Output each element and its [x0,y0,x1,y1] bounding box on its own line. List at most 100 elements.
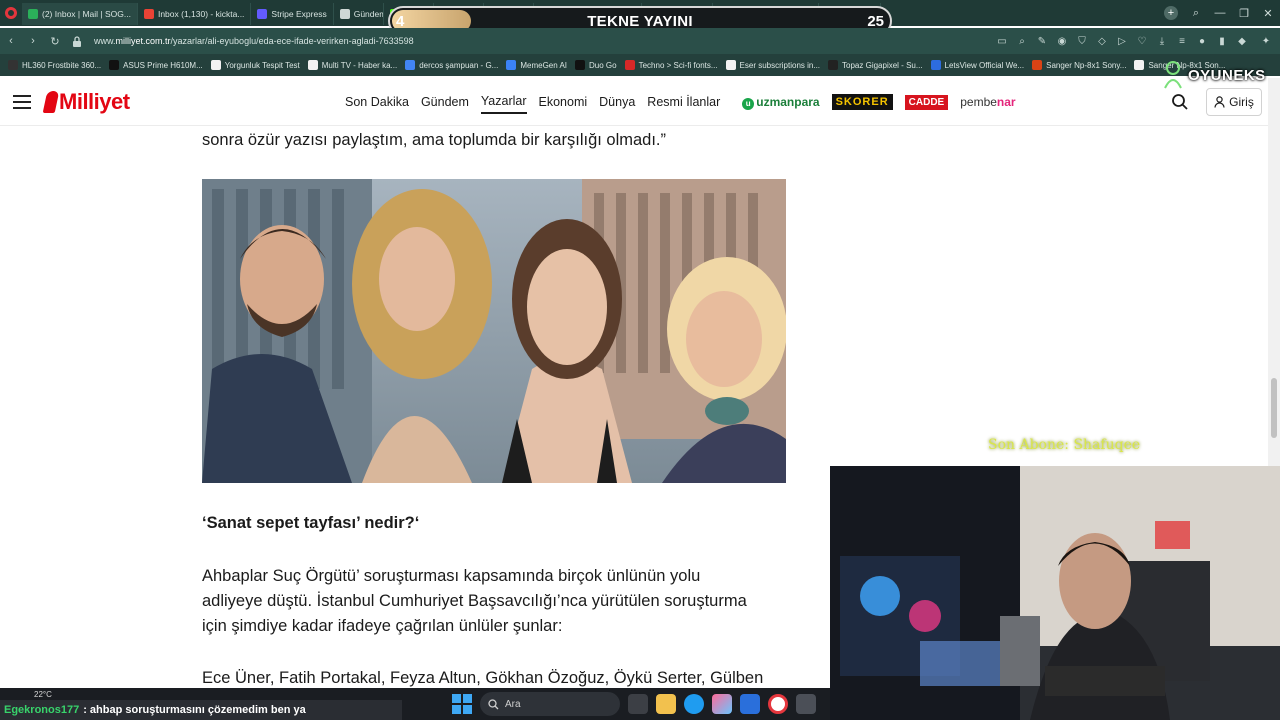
bookmark-label: LetsView Official We... [944,60,1025,70]
oyuneks-logo-icon [1164,61,1182,89]
main-nav: Son Dakika Gündem Yazarlar Ekonomi Dünya… [345,78,1016,126]
bookmark-item[interactable]: dercos şampuan - G... [403,60,504,70]
maximize-button[interactable]: ❐ [1232,0,1256,26]
search-tabs-icon[interactable]: ⌕ [1184,0,1208,26]
nav-dunya[interactable]: Dünya [599,91,635,113]
skorer-link[interactable]: SKORER [831,94,893,110]
camera-icon[interactable]: ◉ [1052,30,1072,52]
edge-icon[interactable] [684,694,704,714]
scrollbar-thumb[interactable] [1271,378,1277,438]
bookmark-label: Yorgunluk Tespit Test [224,60,300,70]
milliyet-logo-icon [42,90,60,113]
new-tab-button[interactable]: + [1164,6,1178,20]
bookmark-item[interactable]: Techno > Sci-fi fonts... [623,60,724,70]
search-icon[interactable] [1171,93,1189,111]
taskbar-search[interactable]: Ara [480,692,620,716]
bookmark-item[interactable]: Duo Go [573,60,623,70]
nav-ekonomi[interactable]: Ekonomi [539,91,588,113]
article-paragraph-line-1: Ahbaplar Suç Örgütü’ soruşturması kapsam… [202,567,701,585]
steam-icon[interactable] [796,694,816,714]
menu-icon[interactable]: ≡ [1172,30,1192,52]
tab-label: (2) Inbox | Mail | SOG... [42,9,131,19]
bookmark-item[interactable]: Topaz Gigapixel - Su... [826,60,928,70]
milliyet-logo[interactable]: Milliyet [42,89,130,115]
reader-icon[interactable]: ▭ [992,30,1012,52]
download-icon[interactable]: ⤓ [1152,30,1172,52]
zoom-icon[interactable]: ⌕ [1012,30,1032,52]
bookmark-favicon-icon [405,60,416,70]
tab-label: Inbox (1,130) - kickta... [157,9,245,19]
article-intro-line: sonra özür yazısı paylaştım, ama toplumd… [202,131,667,149]
bookmark-item[interactable]: Sanger Np-8x1 Sony... [1030,60,1132,70]
address-bar: ‹ › ↻ www.milliyet.com.tr/yazarlar/ali-e… [0,28,1280,54]
chat-username: Egekronos177 [4,704,80,716]
file-explorer-icon[interactable] [656,694,676,714]
back-icon[interactable]: ‹ [0,30,22,52]
pembenar-link[interactable]: pembenar [960,95,1015,109]
store-icon[interactable] [740,694,760,714]
bookmark-item[interactable]: Eser subscriptions in... [724,60,826,70]
chat-overlay-message: Egekronos177 : ahbap soruşturmasını çöze… [0,700,402,720]
nav-resmi-ilanlar[interactable]: Resmi İlanlar [647,91,720,113]
bookmark-item[interactable]: Multi TV - Haber ka... [306,60,403,70]
start-menu-icon[interactable] [452,694,472,714]
opera-icon[interactable] [768,694,788,714]
tab-label: Stripe Express [271,9,327,19]
login-button[interactable]: Giriş [1206,88,1262,116]
bookmarks-bar: HL360 Frostbite 360... ASUS Prime H610M..… [0,54,1280,76]
bookmark-favicon-icon [1134,60,1145,70]
oyuneks-watermark: OYUNEKS [1162,60,1266,90]
nav-son-dakika[interactable]: Son Dakika [345,91,409,113]
article-subheading: ‘Sanat sepet tayfası’ nedir?‘ [202,514,420,532]
bookmark-favicon-icon [210,60,221,70]
shield-icon[interactable]: ⛉ [1072,30,1092,52]
tab-favicon-icon [257,9,268,19]
chat-message-text: : ahbap soruşturmasını çözemedim ben ya [83,704,306,716]
hamburger-menu-icon[interactable] [13,91,31,113]
bookmark-label: Sanger Np-8x1 Sony... [1046,60,1127,70]
tab-favicon-icon [143,9,154,19]
weather-widget[interactable]: 22°C [34,690,52,699]
opera-logo-icon[interactable] [0,0,22,26]
uzmanpara-link[interactable]: u uzmanpara [742,95,820,110]
bookmark-favicon-icon [109,60,120,70]
bookmark-label: dercos şampuan - G... [419,60,499,70]
nav-gundem[interactable]: Gündem [421,91,469,113]
bookmark-item[interactable]: MemeGen AI [504,60,573,70]
user-icon [1214,96,1225,108]
webcam-feed [830,466,1280,720]
play-icon[interactable]: ▷ [1112,30,1132,52]
reload-icon[interactable]: ↻ [44,30,66,52]
cube-icon[interactable]: ◇ [1092,30,1112,52]
profile-icon[interactable]: ● [1192,30,1212,52]
url-field[interactable]: www.milliyet.com.tr/yazarlar/ali-eyubogl… [94,36,414,46]
browser-tab[interactable]: Gündem Moto [334,3,384,25]
bookmark-label: Eser subscriptions in... [739,60,821,70]
close-window-button[interactable]: ✕ [1256,0,1280,26]
bookmark-favicon-icon [828,60,839,70]
lock-icon[interactable] [66,30,88,52]
browser-tab[interactable]: Inbox (1,130) - kickta... [138,3,252,25]
extension-icon[interactable]: ▮ [1212,30,1232,52]
bookmark-label: Topaz Gigapixel - Su... [842,60,923,70]
tab-favicon-icon [339,9,350,19]
forward-icon[interactable]: › [22,30,44,52]
minimize-button[interactable]: — [1208,0,1232,26]
heart-icon[interactable]: ♡ [1132,30,1152,52]
bookmark-item[interactable]: Yorgunluk Tespit Test [209,60,306,70]
browser-tab[interactable]: (2) Inbox | Mail | SOG... [22,3,138,25]
bookmark-favicon-icon [8,60,18,70]
cadde-link[interactable]: CADDE [904,94,949,110]
aria-icon[interactable]: ◆ [1232,30,1252,52]
task-view-icon[interactable] [628,694,648,714]
bookmark-label: HL360 Frostbite 360... [22,60,102,70]
ai-icon[interactable]: ✦ [1252,30,1280,52]
edit-icon[interactable]: ✎ [1032,30,1052,52]
nav-yazarlar[interactable]: Yazarlar [480,90,527,114]
bookmark-item[interactable]: HL360 Frostbite 360... [6,60,107,70]
copilot-icon[interactable] [712,694,732,714]
bookmark-item[interactable]: LetsView Official We... [929,60,1031,70]
browser-tab[interactable]: Stripe Express [251,3,334,25]
bookmark-item[interactable]: ASUS Prime H610M... [107,60,209,70]
bookmark-favicon-icon [725,60,736,70]
